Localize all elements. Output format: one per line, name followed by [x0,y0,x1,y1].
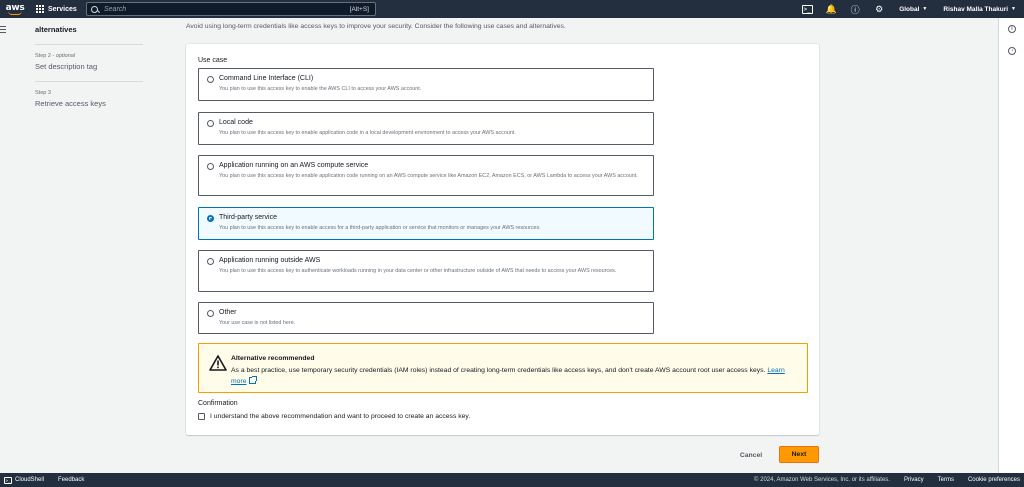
wizard-steps: alternatives Step 2 - optional Set descr… [35,18,145,108]
warning-icon [209,355,227,371]
caret-down-icon: ▼ [1011,6,1016,12]
search-placeholder: Search [104,5,127,13]
intro-text: Avoid using long-term credentials like a… [186,23,566,30]
radio-button[interactable] [207,310,214,317]
notifications-bell-icon[interactable]: 🔔 [819,0,843,18]
step-3: Step 3 Retrieve access keys [35,90,145,108]
step-3-name: Retrieve access keys [35,99,106,108]
option-local-code[interactable]: Local code You plan to use this access k… [198,112,654,145]
step-divider [35,81,143,82]
radio-button[interactable] [207,258,214,265]
alert-title: Alternative recommended [231,355,315,362]
option-description: You plan to use this access key to enabl… [219,173,638,179]
step-2-label: Step 2 - optional [35,53,76,59]
option-description: Your use case is not listed here. [219,320,296,326]
current-step-title: alternatives [35,25,77,34]
option-description: You plan to use this access key to enabl… [219,86,422,92]
privacy-link[interactable]: Privacy [904,477,924,483]
cloudshell-icon[interactable]: >_ [795,0,819,18]
radio-button[interactable] [207,76,214,83]
radio-button[interactable] [207,120,214,127]
confirmation-label: Confirmation [198,400,238,407]
alert-body: As a best practice, use temporary securi… [231,365,801,387]
option-title: Command Line Interface (CLI) [219,75,314,82]
radio-button[interactable] [207,163,214,170]
option-outside-aws[interactable]: Application running outside AWS You plan… [198,250,654,292]
option-title: Other [219,309,237,316]
option-title: Local code [219,119,253,126]
option-title: Application running outside AWS [219,257,321,264]
terminal-icon: >_ [4,476,12,484]
search-input[interactable]: Search [Alt+S] [86,2,376,16]
option-description: You plan to use this access key to authe… [219,268,617,274]
alternative-recommended-alert: Alternative recommended As a best practi… [198,343,808,393]
confirmation-checkbox[interactable] [198,413,205,420]
option-third-party[interactable]: Third-party service You plan to use this… [198,207,654,240]
option-description: You plan to use this access key to enabl… [219,225,541,231]
step-divider [35,44,143,45]
services-label: Services [48,5,77,13]
user-name: Rishav Malla Thakuri [943,5,1009,13]
step-2-name: Set description tag [35,62,98,71]
search-shortcut: [Alt+S] [349,5,369,13]
option-title: Application running on an AWS compute se… [219,162,369,169]
cookie-preferences-link[interactable]: Cookie preferences [968,477,1020,483]
step-3-label: Step 3 [35,90,51,96]
terms-link[interactable]: Terms [938,477,954,483]
services-menu-button[interactable]: Services [36,0,77,18]
external-link-icon [248,376,257,384]
step-2: Step 2 - optional Set description tag [35,53,145,71]
aws-logo[interactable]: aws [0,0,26,18]
use-case-label: Use case [198,57,228,64]
region-label: Global [899,5,920,13]
footer-links: © 2024, Amazon Web Services, Inc. or its… [754,473,1020,487]
hamburger-menu-icon[interactable] [0,26,8,35]
status-icon: ◔ [1008,47,1016,55]
caret-down-icon: ▼ [922,6,928,12]
info-panel-button[interactable]: i [999,18,1024,40]
next-button[interactable]: Next [779,446,819,463]
cancel-button[interactable]: Cancel [729,448,773,462]
search-icon [91,5,98,13]
alert-body-text: As a best practice, use temporary securi… [231,367,766,374]
radio-button-selected[interactable] [207,215,214,222]
feedback-link[interactable]: Feedback [58,477,84,483]
region-selector[interactable]: Global ▼ [891,6,935,13]
cloudshell-label: CloudShell [15,477,45,483]
aws-smile-icon [8,11,22,15]
option-cli[interactable]: Command Line Interface (CLI) You plan to… [198,68,654,101]
account-menu[interactable]: Rishav Malla Thakuri ▼ [935,6,1024,13]
footer: >_ CloudShell Feedback © 2024, Amazon We… [0,473,1024,487]
grid-icon [36,5,44,13]
settings-gear-icon[interactable]: ⚙ [867,0,891,18]
option-other[interactable]: Other Your use case is not listed here. [198,302,654,334]
nav-right-group: >_ 🔔 ⓘ ⚙ Global ▼ Rishav Malla Thakuri ▼ [795,0,1024,18]
status-panel-button[interactable]: ◔ [999,40,1024,62]
cloudshell-button[interactable]: >_ CloudShell [0,476,45,484]
use-case-panel: Use case Command Line Interface (CLI) Yo… [186,44,819,435]
help-icon[interactable]: ⓘ [843,0,867,18]
option-title: Third-party service [219,214,277,221]
copyright-text: © 2024, Amazon Web Services, Inc. or its… [754,477,890,483]
utility-rail: i ◔ [998,18,1024,473]
option-aws-compute[interactable]: Application running on an AWS compute se… [198,155,654,196]
confirmation-text: I understand the above recommendation an… [210,413,471,420]
option-description: You plan to use this access key to enabl… [219,130,516,136]
top-navigation: aws Services Search [Alt+S] >_ 🔔 ⓘ ⚙ Glo… [0,0,1024,18]
info-icon: i [1008,25,1016,33]
